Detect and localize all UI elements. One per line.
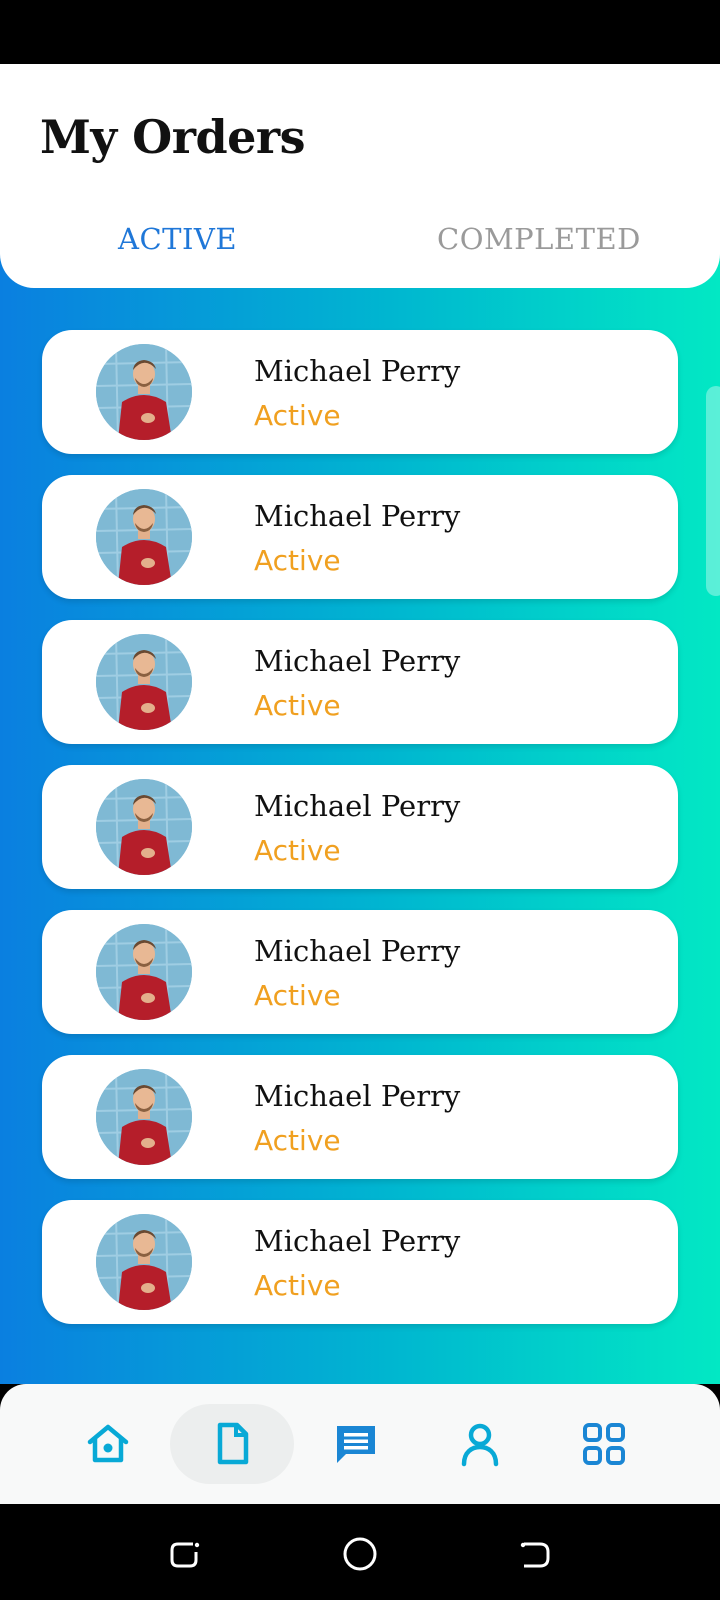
recent-apps-icon (170, 1542, 200, 1568)
avatar (96, 924, 192, 1020)
avatar (96, 779, 192, 875)
order-status: Active (254, 1124, 341, 1157)
order-card[interactable]: Michael Perry Active (42, 475, 678, 599)
order-status: Active (254, 979, 341, 1012)
order-status: Active (254, 544, 341, 577)
home-button[interactable] (340, 1534, 380, 1574)
nav-home[interactable] (46, 1404, 170, 1484)
avatar-photo (96, 634, 192, 730)
recent-apps-button[interactable] (166, 1534, 206, 1574)
avatar-photo (96, 1214, 192, 1310)
order-customer-name: Michael Perry (254, 1079, 461, 1113)
avatar (96, 1214, 192, 1310)
order-card[interactable]: Michael Perry Active (42, 765, 678, 889)
tab-active[interactable]: ACTIVE (118, 222, 237, 256)
status-bar (0, 0, 720, 64)
nav-messages[interactable] (294, 1404, 418, 1484)
order-customer-name: Michael Perry (254, 789, 461, 823)
order-customer-name: Michael Perry (254, 934, 461, 968)
avatar (96, 489, 192, 585)
order-status: Active (254, 1269, 341, 1302)
nav-profile[interactable] (418, 1404, 542, 1484)
chat-icon (337, 1426, 375, 1463)
avatar-photo (96, 924, 192, 1020)
order-status: Active (254, 834, 341, 867)
header: My Orders ACTIVE COMPLETED (0, 64, 720, 288)
side-drawer-handle[interactable] (706, 386, 720, 596)
order-customer-name: Michael Perry (254, 644, 461, 678)
avatar (96, 634, 192, 730)
nav-more[interactable] (542, 1404, 666, 1484)
order-card[interactable]: Michael Perry Active (42, 620, 678, 744)
order-customer-name: Michael Perry (254, 499, 461, 533)
grid-icon (583, 1423, 625, 1465)
back-icon (520, 1542, 550, 1568)
avatar-photo (96, 1069, 192, 1165)
order-status: Active (254, 689, 341, 722)
order-card[interactable]: Michael Perry Active (42, 910, 678, 1034)
avatar (96, 1069, 192, 1165)
system-nav-bar (0, 1504, 720, 1600)
page-title: My Orders (40, 110, 306, 164)
home-circle-icon (343, 1537, 377, 1571)
order-status: Active (254, 399, 341, 432)
avatar-photo (96, 489, 192, 585)
back-button[interactable] (514, 1534, 554, 1574)
user-icon (461, 1423, 499, 1467)
order-customer-name: Michael Perry (254, 354, 461, 388)
home-icon (87, 1424, 129, 1463)
avatar-photo (96, 344, 192, 440)
avatar-photo (96, 779, 192, 875)
order-card[interactable]: Michael Perry Active (42, 1200, 678, 1324)
order-card[interactable]: Michael Perry Active (42, 330, 678, 454)
document-icon (217, 1422, 249, 1465)
bottom-nav (0, 1384, 720, 1504)
tab-completed[interactable]: COMPLETED (437, 222, 641, 256)
order-customer-name: Michael Perry (254, 1224, 461, 1258)
avatar (96, 344, 192, 440)
order-card[interactable]: Michael Perry Active (42, 1055, 678, 1179)
nav-orders[interactable] (170, 1404, 294, 1484)
